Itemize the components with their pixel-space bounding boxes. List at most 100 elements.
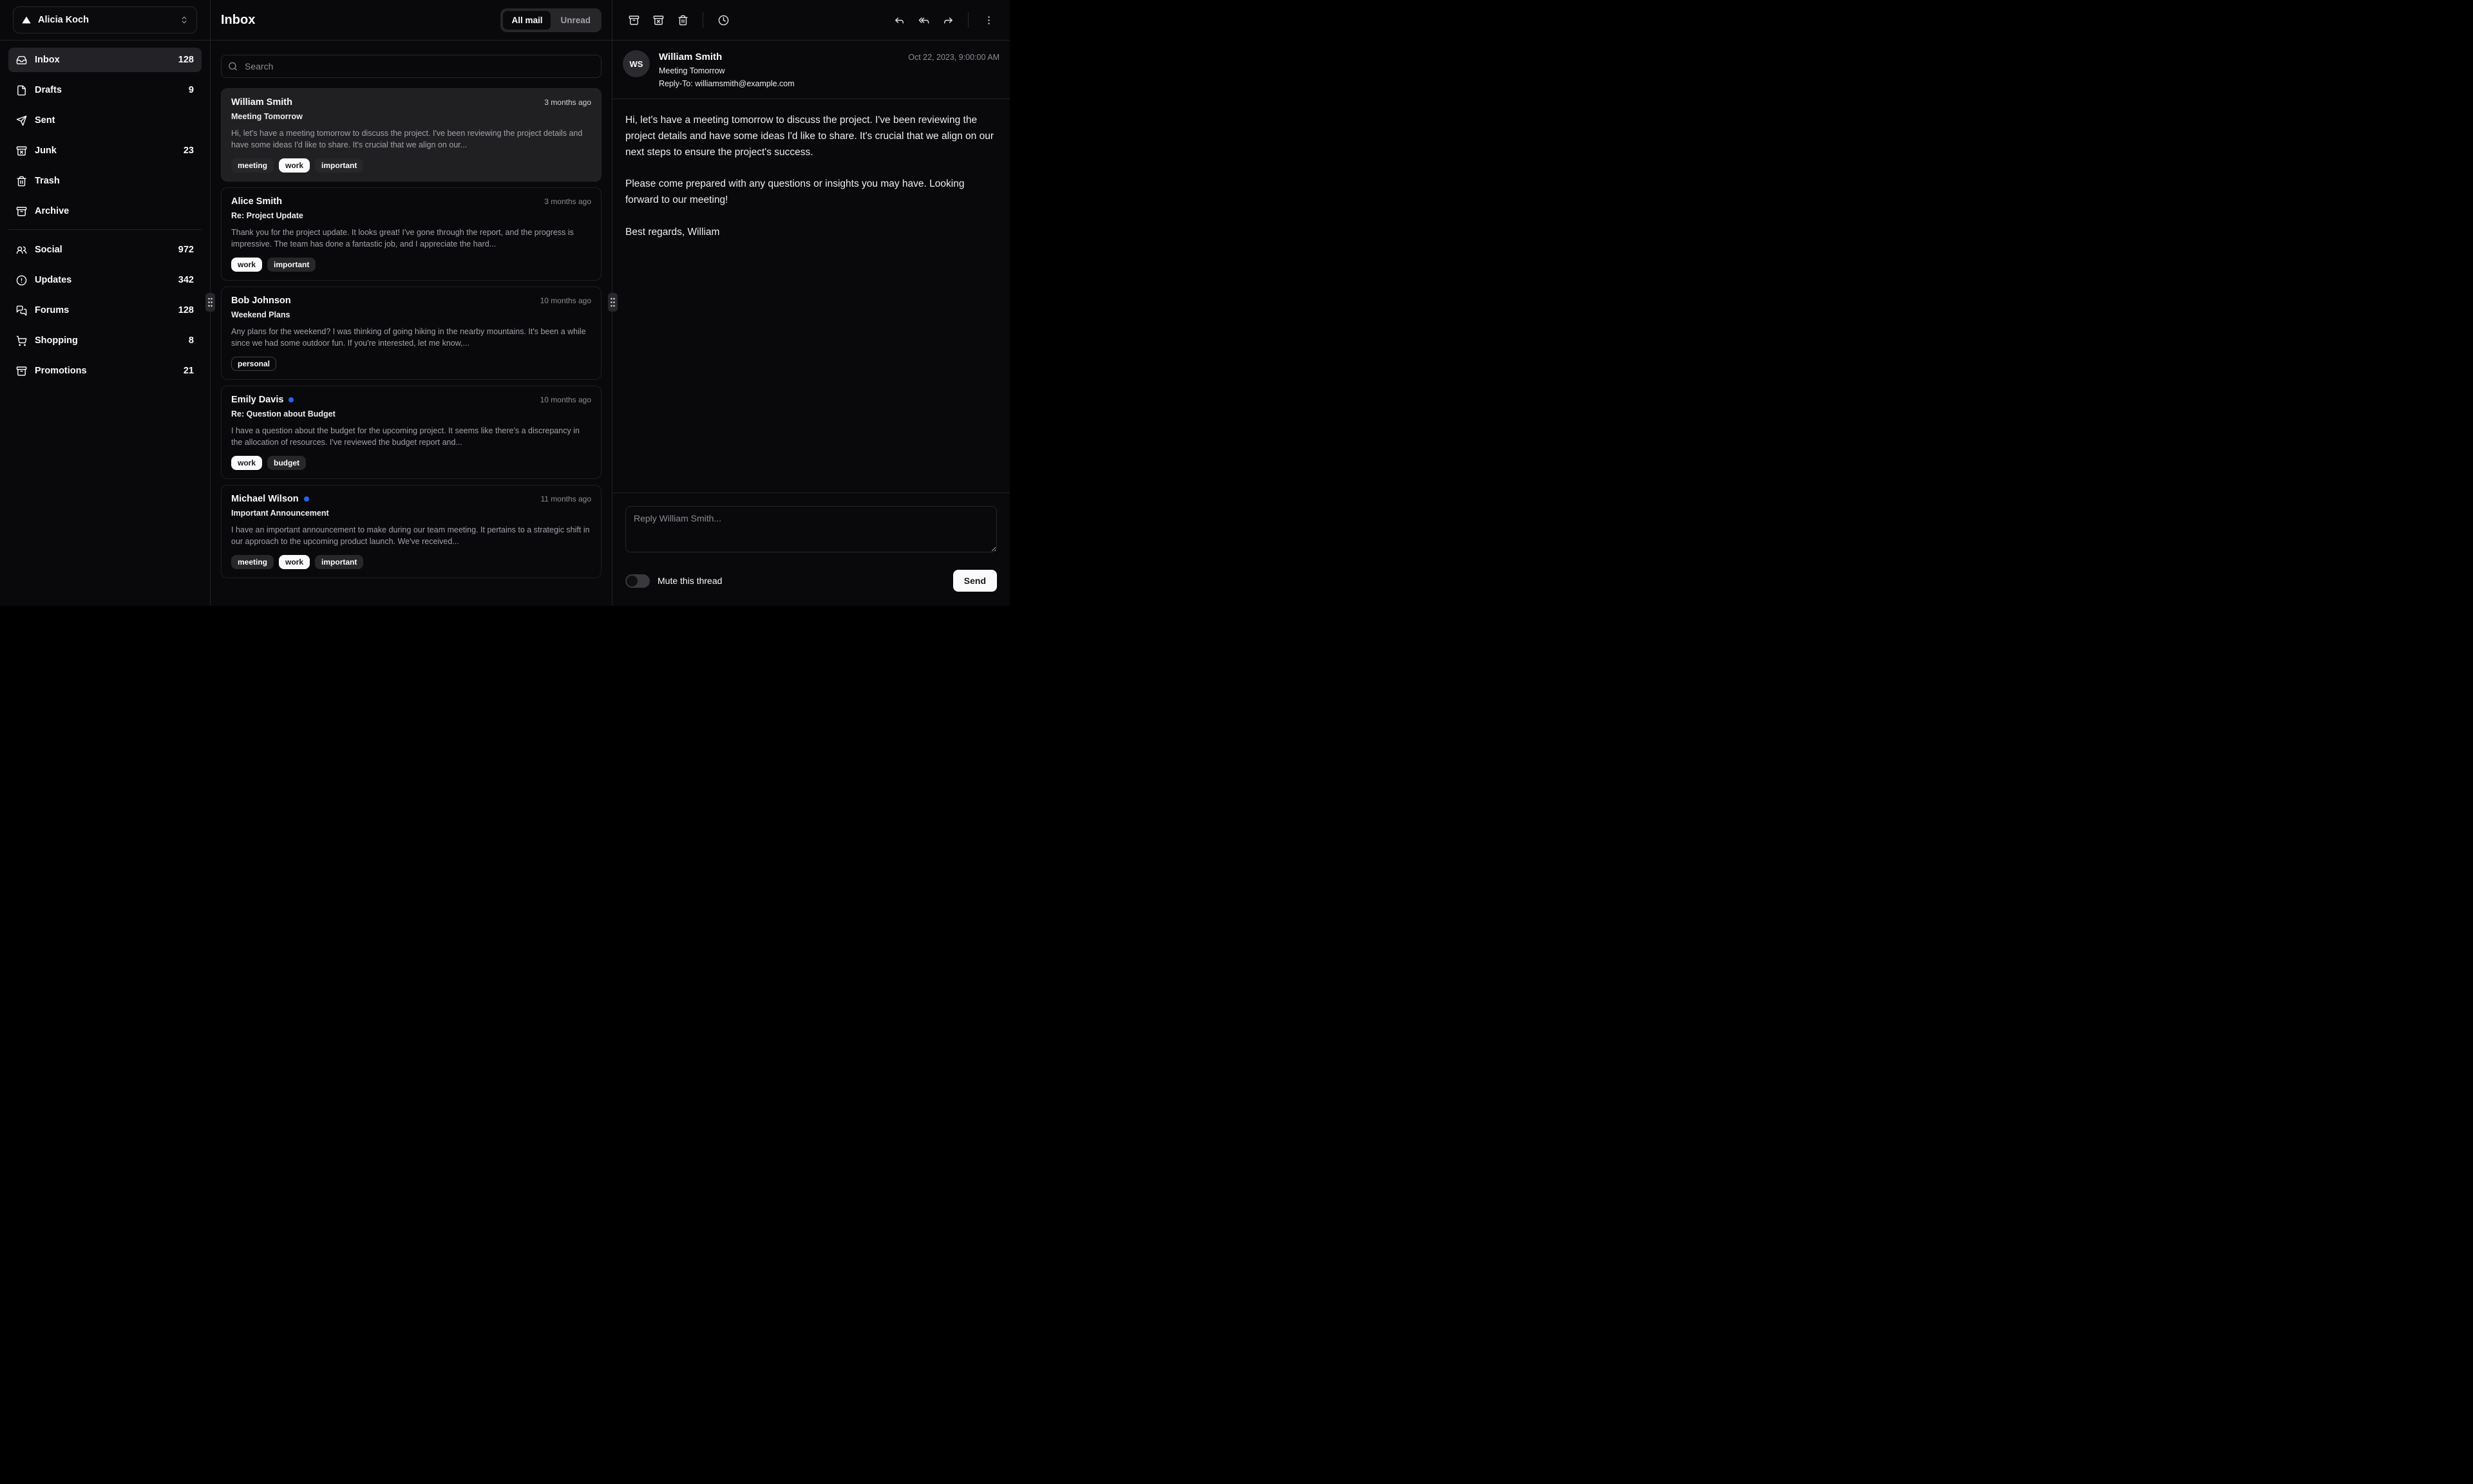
mail-subject: Re: Project Update bbox=[231, 211, 303, 220]
sidebar-item-count: 21 bbox=[183, 366, 194, 376]
sidebar-item-label: Forums bbox=[35, 305, 70, 315]
mail-list-item[interactable]: Bob Johnson 10 months ago Weekend Plans … bbox=[221, 286, 602, 380]
mail-sender: William Smith bbox=[231, 97, 292, 108]
sidebar-item-social[interactable]: Social 972 bbox=[8, 238, 202, 262]
mail-list-panel: Inbox All mail Unread William Smith 3 mo… bbox=[211, 0, 612, 606]
sidebar-nav: Inbox 128 Drafts 9 Sent Junk 23 Trash Ar… bbox=[0, 41, 210, 389]
move-to-junk-button[interactable] bbox=[647, 9, 669, 31]
alert-circle-icon bbox=[16, 275, 27, 286]
sidebar-item-label: Inbox bbox=[35, 55, 60, 65]
mail-snippet: I have a question about the budget for t… bbox=[231, 426, 580, 447]
sidebar-item-shopping[interactable]: Shopping 8 bbox=[8, 328, 202, 353]
archive-icon bbox=[16, 366, 27, 377]
sidebar-item-inbox[interactable]: Inbox 128 bbox=[8, 48, 202, 72]
mail-sender: Emily Davis bbox=[231, 395, 294, 405]
archive-button[interactable] bbox=[623, 9, 645, 31]
mail-subject: Re: Question about Budget bbox=[231, 409, 336, 418]
label-badge[interactable]: important bbox=[267, 258, 316, 272]
snooze-button[interactable] bbox=[712, 9, 734, 31]
mail-snippet: Any plans for the weekend? I was thinkin… bbox=[231, 327, 586, 348]
mail-list-item[interactable]: Alice Smith 3 months ago Re: Project Upd… bbox=[221, 187, 602, 281]
sidebar-item-forums[interactable]: Forums 128 bbox=[8, 298, 202, 323]
tab-unread[interactable]: Unread bbox=[552, 11, 599, 30]
label-badge[interactable]: budget bbox=[267, 456, 307, 470]
sidebar: Alicia Koch Inbox 128 Drafts 9 Sent Junk… bbox=[0, 0, 210, 606]
sidebar-item-label: Drafts bbox=[35, 85, 62, 95]
reply-input[interactable] bbox=[625, 506, 997, 552]
mail-list: William Smith 3 months ago Meeting Tomor… bbox=[211, 80, 612, 606]
label-badge[interactable]: meeting bbox=[231, 555, 274, 569]
account-switcher[interactable]: Alicia Koch bbox=[13, 6, 197, 33]
mail-app: Alicia Koch Inbox 128 Drafts 9 Sent Junk… bbox=[0, 0, 1010, 606]
label-badge[interactable]: work bbox=[231, 258, 263, 272]
sidebar-item-label: Sent bbox=[35, 115, 55, 126]
mail-filter-tabs: All mail Unread bbox=[500, 8, 602, 32]
mail-subject: Meeting Tomorrow bbox=[231, 112, 303, 121]
search-icon bbox=[228, 62, 238, 71]
reply-button[interactable] bbox=[888, 9, 910, 31]
sidebar-separator bbox=[8, 229, 202, 230]
search-input[interactable] bbox=[221, 55, 602, 78]
label-badge[interactable]: important bbox=[315, 158, 364, 173]
sidebar-item-sent[interactable]: Sent bbox=[8, 108, 202, 133]
move-to-trash-button[interactable] bbox=[672, 9, 694, 31]
mail-time: 10 months ago bbox=[540, 395, 591, 404]
mail-sender: Alice Smith bbox=[231, 196, 282, 207]
panel-resize-handle[interactable] bbox=[608, 293, 618, 312]
mail-sender: Michael Wilson bbox=[231, 494, 309, 504]
trash-icon bbox=[677, 15, 688, 26]
mute-thread-label: Mute this thread bbox=[658, 576, 723, 586]
label-badge[interactable]: work bbox=[279, 555, 310, 569]
sidebar-item-junk[interactable]: Junk 23 bbox=[8, 138, 202, 163]
file-icon bbox=[16, 85, 27, 96]
messages-square-icon bbox=[16, 305, 27, 316]
avatar: WS bbox=[623, 50, 650, 77]
panel-resize-handle[interactable] bbox=[205, 293, 215, 312]
page-title: Inbox bbox=[221, 12, 256, 27]
reply-all-icon bbox=[918, 15, 929, 26]
reply-area: Mute this thread Send bbox=[612, 493, 1010, 606]
reply-all-button[interactable] bbox=[913, 9, 934, 31]
message-subject: Meeting Tomorrow bbox=[659, 66, 725, 75]
sidebar-item-label: Shopping bbox=[35, 335, 78, 346]
sidebar-item-updates[interactable]: Updates 342 bbox=[8, 268, 202, 292]
list-header: Inbox All mail Unread bbox=[211, 0, 612, 41]
label-badge[interactable]: important bbox=[315, 555, 364, 569]
more-options-button[interactable] bbox=[978, 9, 1000, 31]
triangle-logo-icon bbox=[21, 15, 32, 25]
sidebar-item-count: 128 bbox=[178, 55, 194, 65]
label-badge[interactable]: meeting bbox=[231, 158, 274, 173]
trash-icon bbox=[16, 176, 27, 187]
tab-all-mail[interactable]: All mail bbox=[503, 10, 551, 30]
reply-icon bbox=[894, 15, 905, 26]
sidebar-item-count: 23 bbox=[183, 146, 194, 156]
mail-subject: Weekend Plans bbox=[231, 310, 290, 319]
chevrons-up-down-icon bbox=[180, 15, 189, 24]
label-badge[interactable]: work bbox=[231, 456, 263, 470]
archive-icon bbox=[16, 206, 27, 217]
search-area bbox=[211, 41, 612, 80]
sidebar-item-label: Junk bbox=[35, 146, 57, 156]
sidebar-item-promotions[interactable]: Promotions 21 bbox=[8, 359, 202, 383]
archive-x-icon bbox=[16, 146, 27, 156]
label-badge[interactable]: work bbox=[279, 158, 310, 173]
mail-list-item[interactable]: William Smith 3 months ago Meeting Tomor… bbox=[221, 88, 602, 182]
forward-button[interactable] bbox=[937, 9, 959, 31]
send-button[interactable]: Send bbox=[952, 570, 997, 592]
toolbar-divider bbox=[968, 12, 969, 28]
mute-thread-toggle[interactable] bbox=[625, 574, 650, 588]
mail-list-item[interactable]: Michael Wilson 11 months ago Important A… bbox=[221, 485, 602, 578]
sidebar-item-archive[interactable]: Archive bbox=[8, 199, 202, 223]
mail-time: 11 months ago bbox=[540, 494, 592, 503]
mail-subject: Important Announcement bbox=[231, 509, 329, 518]
sidebar-item-trash[interactable]: Trash bbox=[8, 169, 202, 193]
archive-icon bbox=[629, 15, 640, 26]
message-date: Oct 22, 2023, 9:00:00 AM bbox=[908, 53, 1000, 62]
sidebar-item-drafts[interactable]: Drafts 9 bbox=[8, 78, 202, 102]
inbox-icon bbox=[16, 55, 27, 66]
sidebar-item-label: Updates bbox=[35, 275, 72, 285]
mail-list-item[interactable]: Emily Davis 10 months ago Re: Question a… bbox=[221, 386, 602, 479]
label-badge[interactable]: personal bbox=[231, 357, 277, 371]
sidebar-item-label: Social bbox=[35, 245, 62, 255]
archive-x-icon bbox=[653, 15, 664, 26]
